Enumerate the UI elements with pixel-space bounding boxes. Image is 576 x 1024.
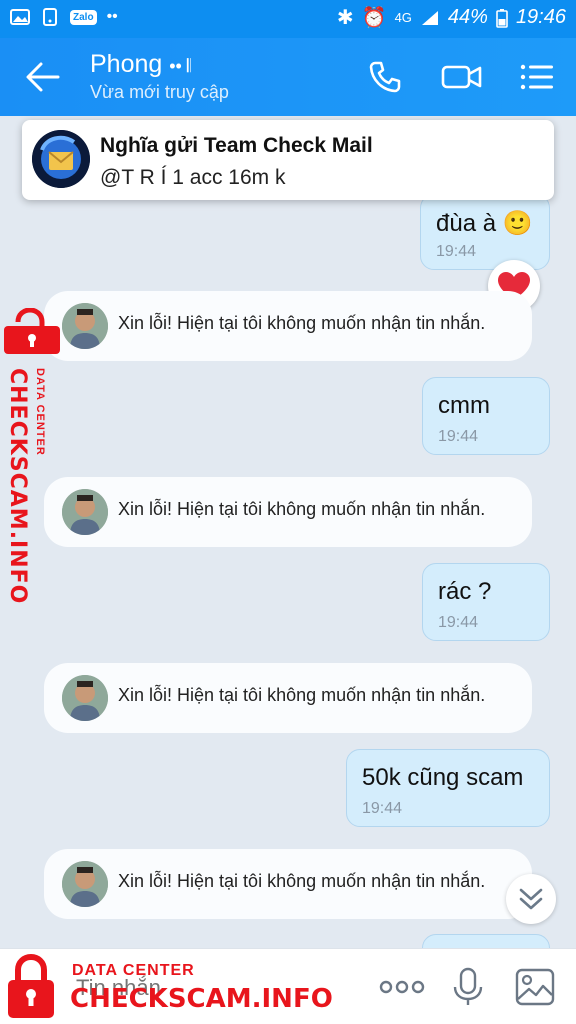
notification-body: @T R Í 1 acc 16m k [100,166,286,189]
outgoing-message[interactable]: đùa à 🙂 19:44 [420,194,550,270]
contact-avatar[interactable] [62,303,108,349]
battery-icon [496,8,508,28]
phone-call-icon[interactable] [366,58,404,96]
watermark-side: CHECKSCAM.INFO DATA CENTER [0,308,64,604]
contact-avatar[interactable] [62,489,108,535]
contact-avatar[interactable] [62,675,108,721]
scroll-to-bottom-button[interactable] [506,874,556,924]
contact-name[interactable]: Phong •• 𝄃 [90,50,191,79]
bluetooth-icon: ✱ [336,7,354,29]
auto-reply-text: Xin lỗi! Hiện tại tôi không muốn nhận ti… [118,871,486,891]
signal-icon [421,10,438,25]
message-time: 19:44 [436,243,477,260]
menu-icon[interactable] [518,58,556,96]
watermark-side-big: CHECKSCAM.INFO [5,368,30,605]
message-time: 19:44 [438,428,479,445]
status-bar: Zalo •• ✱ ⏰ 4G 44% 19:46 [0,0,576,38]
auto-reply-text: Xin lỗi! Hiện tại tôi không muốn nhận ti… [118,499,486,519]
microphone-icon[interactable] [448,967,488,1007]
contact-name-text: Phong [90,50,163,78]
outgoing-message[interactable]: 50k cũng scam 19:44 [346,749,550,827]
battery-percent: 44% [447,6,488,28]
outgoing-message[interactable]: cmm 19:44 [422,377,550,455]
auto-reply-text: Xin lỗi! Hiện tại tôi không muốn nhận ti… [118,685,486,705]
chat-header: Phong •• 𝄃 Vừa mới truy cập [0,38,576,116]
message-input[interactable] [76,971,356,1005]
message-text: đùa à 🙂 [436,210,533,237]
message-time: 19:44 [362,800,403,817]
watermark-side-small: DATA CENTER [34,368,46,456]
auto-reply-message: Xin lỗi! Hiện tại tôi không muốn nhận ti… [44,849,532,919]
message-text: rác ? [438,578,492,605]
message-time: 19:44 [438,614,479,631]
message-input-bar [0,948,576,1024]
chat-messages-area[interactable]: Nghĩa gửi Team Check Mail @T R Í 1 acc 1… [0,116,576,948]
network-type: 4G [394,10,412,25]
auto-reply-message: Xin lỗi! Hiện tại tôi không muốn nhận ti… [44,291,532,361]
auto-reply-message: Xin lỗi! Hiện tại tôi không muốn nhận ti… [44,663,532,733]
contact-avatar[interactable] [62,861,108,907]
back-arrow-icon[interactable] [24,60,62,94]
alarm-icon: ⏰ [361,7,387,29]
zalo-app-icon: Zalo [70,9,97,25]
sender-avatar [32,130,90,188]
image-icon[interactable] [514,967,556,1007]
message-text: 50k cũng scam [362,764,524,791]
auto-reply-message: Xin lỗi! Hiện tại tôi không muốn nhận ti… [44,477,532,547]
outgoing-message[interactable]: rác ? 19:44 [422,563,550,641]
gallery-icon [10,9,30,25]
notification-icon [43,8,57,26]
notification-title: Nghĩa gửi Team Check Mail [100,134,373,157]
clock: 19:46 [515,6,566,28]
notification-banner[interactable]: Nghĩa gửi Team Check Mail @T R Í 1 acc 1… [22,120,554,200]
more-options-icon[interactable] [378,967,426,1007]
auto-reply-text: Xin lỗi! Hiện tại tôi không muốn nhận ti… [118,313,486,333]
lock-logo-icon [4,308,60,354]
double-chevron-down-icon [519,888,543,910]
message-text: cmm [438,392,490,419]
contact-status: Vừa mới truy cập [90,82,229,102]
outgoing-message-partial[interactable] [422,934,550,948]
more-notifications-icon: •• [106,8,118,25]
contact-name-suffix: •• 𝄃 [169,56,191,76]
video-call-icon[interactable] [440,58,484,96]
